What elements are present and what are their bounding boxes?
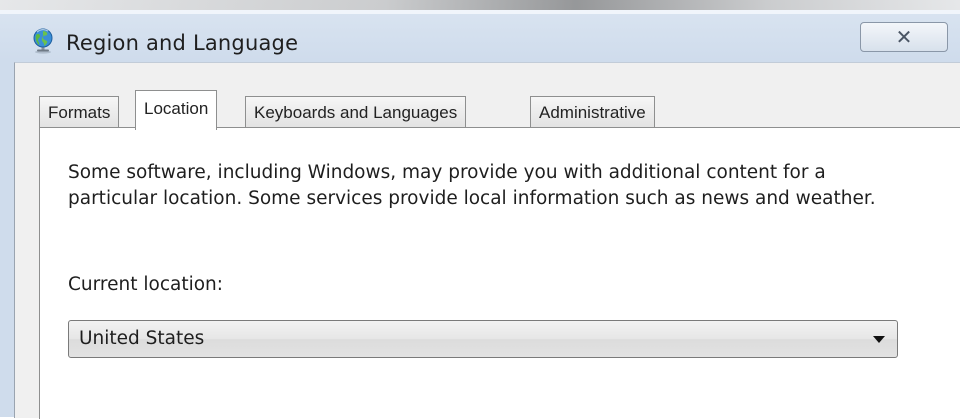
- tab-location[interactable]: Location: [135, 90, 218, 130]
- close-icon: ✕: [895, 25, 913, 49]
- window-title: Region and Language: [66, 31, 299, 55]
- current-location-value: United States: [79, 328, 205, 349]
- tab-formats[interactable]: Formats: [39, 96, 120, 128]
- window-top-edge: [0, 0, 960, 10]
- chevron-down-icon: [873, 336, 885, 343]
- tab-keyboards-and-languages[interactable]: Keyboards and Languages: [245, 96, 467, 128]
- location-description: Some software, including Windows, may pr…: [68, 162, 876, 209]
- region-and-language-window: Region and Language ✕ Formats Location K…: [0, 0, 960, 419]
- dialog-body: Formats Location Keyboards and Languages…: [14, 62, 960, 419]
- current-location-label: Current location:: [68, 274, 224, 295]
- location-tab-panel: Some software, including Windows, may pr…: [39, 127, 960, 419]
- close-button[interactable]: ✕: [860, 22, 948, 52]
- title-bar[interactable]: Region and Language ✕: [0, 14, 960, 62]
- current-location-dropdown[interactable]: United States: [68, 320, 898, 358]
- tab-administrative[interactable]: Administrative: [530, 96, 655, 128]
- globe-icon: [30, 28, 56, 54]
